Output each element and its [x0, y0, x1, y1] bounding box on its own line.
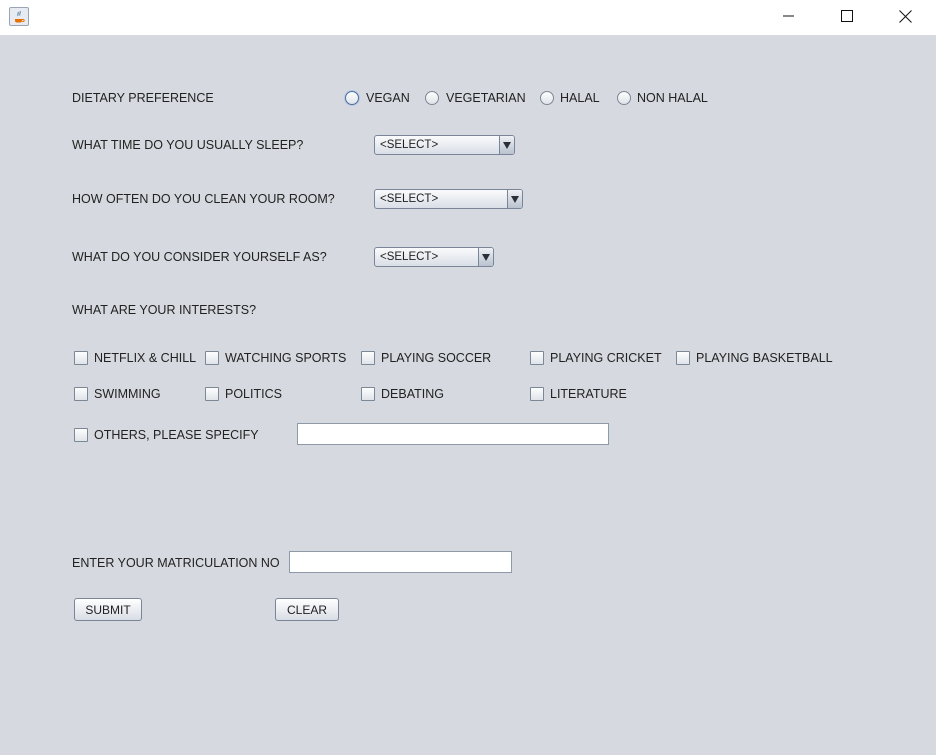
checkbox-playing-cricket-label[interactable]: PLAYING CRICKET — [550, 351, 662, 365]
radio-vegetarian-label[interactable]: VEGETARIAN — [446, 91, 526, 105]
matriculation-input[interactable] — [289, 551, 512, 573]
checkbox-literature[interactable] — [530, 387, 544, 401]
radio-halal-label[interactable]: HALAL — [560, 91, 600, 105]
checkbox-debating[interactable] — [361, 387, 375, 401]
clean-room-value: <SELECT> — [380, 193, 439, 205]
consider-yourself-value: <SELECT> — [380, 251, 439, 263]
clean-room-dropdown[interactable]: <SELECT> — [374, 189, 523, 209]
sleep-time-value: <SELECT> — [380, 139, 439, 151]
sleep-time-dropdown[interactable]: <SELECT> — [374, 135, 515, 155]
checkbox-swimming-label[interactable]: SWIMMING — [94, 387, 161, 401]
checkbox-others[interactable] — [74, 428, 88, 442]
clean-room-label: HOW OFTEN DO YOU CLEAN YOUR ROOM? — [72, 192, 335, 206]
consider-yourself-dropdown[interactable]: <SELECT> — [374, 247, 494, 267]
maximize-button[interactable] — [824, 0, 870, 32]
radio-vegan[interactable] — [345, 91, 359, 105]
consider-yourself-label: WHAT DO YOU CONSIDER YOURSELF AS? — [72, 250, 327, 264]
clear-button[interactable]: CLEAR — [275, 598, 339, 621]
checkbox-swimming[interactable] — [74, 387, 88, 401]
checkbox-politics-label[interactable]: POLITICS — [225, 387, 282, 401]
checkbox-watching-sports[interactable] — [205, 351, 219, 365]
java-app-icon — [9, 7, 29, 26]
checkbox-playing-basketball[interactable] — [676, 351, 690, 365]
checkbox-playing-basketball-label[interactable]: PLAYING BASKETBALL — [696, 351, 833, 365]
sleep-time-label: WHAT TIME DO YOU USUALLY SLEEP? — [72, 138, 304, 152]
title-bar — [0, 0, 936, 35]
dropdown-arrow-icon[interactable] — [478, 248, 493, 266]
interests-label: WHAT ARE YOUR INTERESTS? — [72, 303, 257, 317]
checkbox-netflix[interactable] — [74, 351, 88, 365]
minimize-button[interactable] — [766, 0, 812, 32]
minimize-icon — [783, 15, 794, 17]
radio-halal[interactable] — [540, 91, 554, 105]
dietary-preference-label: DIETARY PREFERENCE — [72, 91, 214, 105]
checkbox-literature-label[interactable]: LITERATURE — [550, 387, 627, 401]
dropdown-arrow-icon[interactable] — [507, 190, 522, 208]
matriculation-label: ENTER YOUR MATRICULATION NO — [72, 556, 280, 570]
radio-non-halal[interactable] — [617, 91, 631, 105]
checkbox-debating-label[interactable]: DEBATING — [381, 387, 444, 401]
close-button[interactable] — [882, 0, 928, 32]
checkbox-politics[interactable] — [205, 387, 219, 401]
dropdown-arrow-icon[interactable] — [499, 136, 514, 154]
checkbox-netflix-label[interactable]: NETFLIX & CHILL — [94, 351, 196, 365]
checkbox-watching-sports-label[interactable]: WATCHING SPORTS — [225, 351, 346, 365]
others-specify-input[interactable] — [297, 423, 609, 445]
radio-non-halal-label[interactable]: NON HALAL — [637, 91, 708, 105]
checkbox-playing-soccer[interactable] — [361, 351, 375, 365]
close-icon — [898, 9, 912, 23]
radio-vegetarian[interactable] — [425, 91, 439, 105]
checkbox-playing-cricket[interactable] — [530, 351, 544, 365]
submit-button[interactable]: SUBMIT — [74, 598, 142, 621]
maximize-icon — [841, 10, 853, 22]
checkbox-playing-soccer-label[interactable]: PLAYING SOCCER — [381, 351, 491, 365]
radio-vegan-label[interactable]: VEGAN — [366, 91, 410, 105]
checkbox-others-label[interactable]: OTHERS, PLEASE SPECIFY — [94, 428, 259, 442]
